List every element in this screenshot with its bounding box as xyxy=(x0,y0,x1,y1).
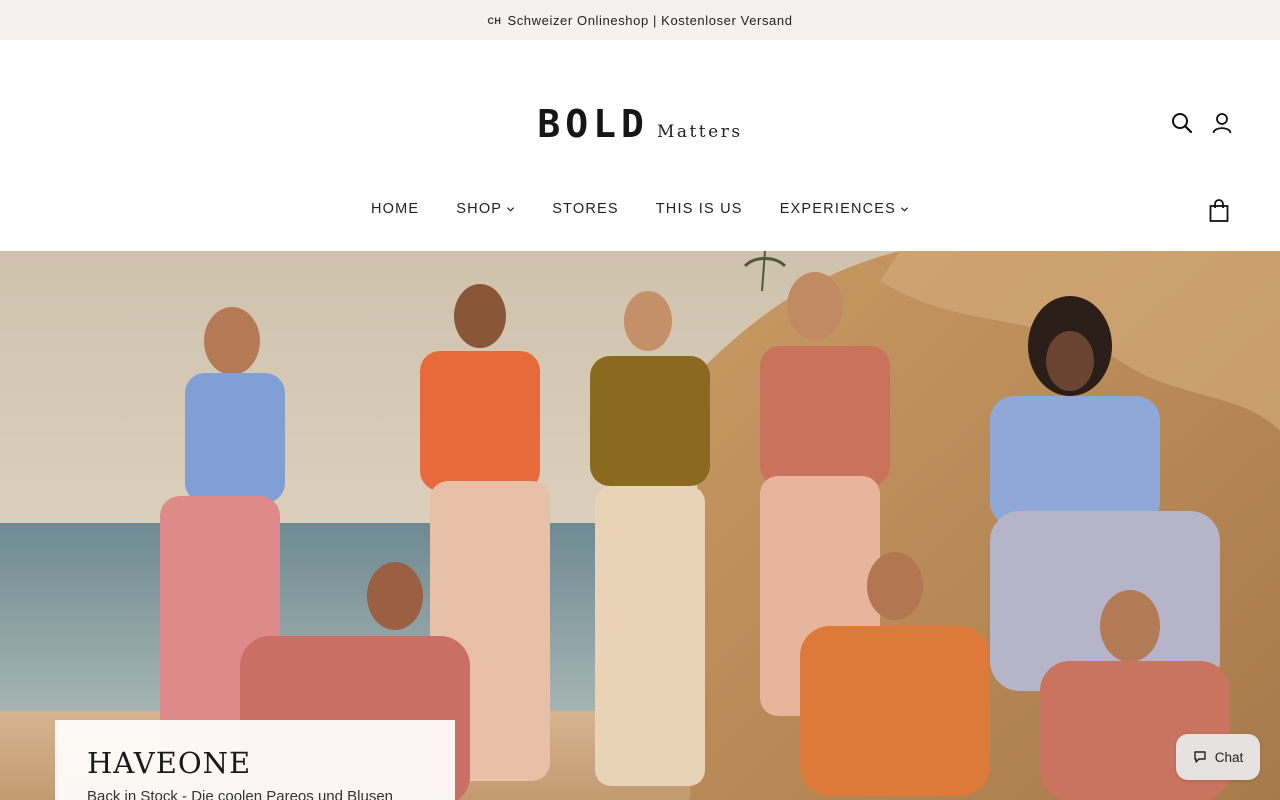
nav-stores-label: STORES xyxy=(552,201,619,217)
hero-image xyxy=(0,251,1280,800)
nav-shop-label: SHOP xyxy=(456,201,503,217)
logo-bold-text: BOLD xyxy=(537,102,649,146)
chevron-down-icon xyxy=(900,206,909,212)
nav-experiences-label: EXPERIENCES xyxy=(779,201,897,217)
nav-home[interactable]: HOME xyxy=(371,201,419,217)
header-icons xyxy=(1170,111,1234,135)
site-logo[interactable]: BOLD Matters xyxy=(0,102,1280,146)
nav-experiences[interactable]: EXPERIENCES xyxy=(780,201,909,217)
search-icon[interactable] xyxy=(1170,111,1194,135)
chat-label: Chat xyxy=(1214,749,1244,765)
hero-subtitle: Back in Stock - Die coolen Pareos und Bl… xyxy=(87,788,393,800)
site-header: BOLD Matters HOME SHOP STORES THIS IS US… xyxy=(0,40,1280,250)
chevron-down-icon xyxy=(507,206,515,212)
announcement-text: Schweizer Onlineshop | Kostenloser Versa… xyxy=(507,12,793,28)
nav-this-is-us[interactable]: THIS IS US xyxy=(656,201,743,217)
nav-shop[interactable]: SHOP xyxy=(456,201,515,217)
chat-bubble-icon xyxy=(1194,751,1206,763)
nav-stores[interactable]: STORES xyxy=(552,201,619,217)
nav-this-is-us-label: THIS IS US xyxy=(655,201,743,217)
logo-matters-text: Matters xyxy=(656,122,743,142)
hero-banner[interactable] xyxy=(0,251,1280,800)
chat-button[interactable]: Chat xyxy=(1176,734,1260,780)
main-nav: HOME SHOP STORES THIS IS US EXPERIENCES xyxy=(0,201,1280,217)
hero-text-card: HAVEONE Back in Stock - Die coolen Pareo… xyxy=(55,720,455,800)
nav-home-label: HOME xyxy=(370,201,420,217)
shopping-bag-icon[interactable] xyxy=(1208,199,1230,223)
hero-title: HAVEONE xyxy=(87,746,252,780)
account-icon[interactable] xyxy=(1210,111,1234,135)
announcement-bar: CH Schweizer Onlineshop | Kostenloser Ve… xyxy=(0,0,1280,40)
swiss-flag-icon: CH xyxy=(487,16,502,26)
